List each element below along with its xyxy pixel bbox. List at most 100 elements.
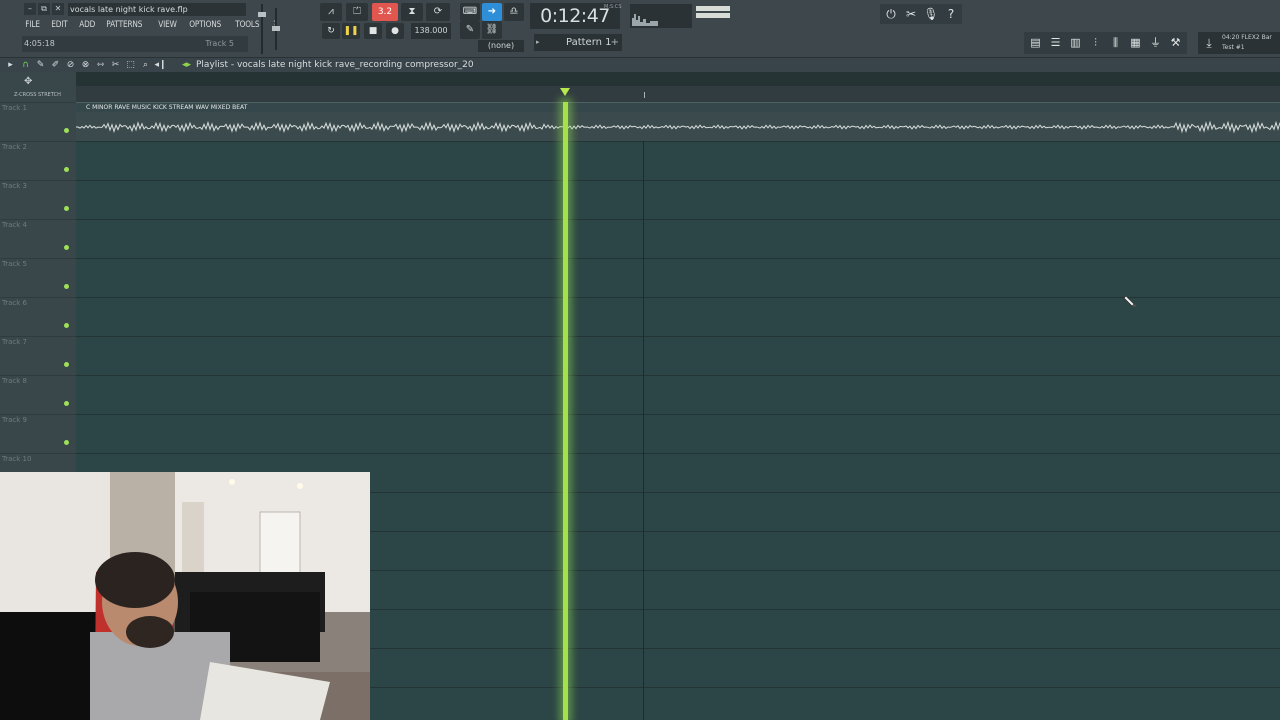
track-header[interactable]: Track 6	[0, 297, 76, 336]
move-icon[interactable]: ✥	[24, 76, 32, 87]
track-header[interactable]: Track 7	[0, 336, 76, 375]
playback-icon[interactable]: ◂❙	[154, 58, 167, 72]
restore-button[interactable]: ⧉	[38, 3, 50, 15]
cpu-meter	[630, 4, 692, 28]
menu-file[interactable]: FILE	[22, 18, 43, 32]
delete-icon[interactable]: ⊘	[64, 58, 77, 72]
brush-icon[interactable]: ✎	[460, 21, 480, 39]
help-icon[interactable]: ?	[942, 5, 960, 23]
playlist-tools: ▸ ∩ ✎ ✐ ⊘ ⊗ ⇿ ✂ ⬚ ⌕ ◂❙	[4, 58, 167, 72]
flex-plugin-box[interactable]: ⤓ 04:20 FLEX2 Bar Test #1	[1198, 32, 1280, 54]
track-header[interactable]: Track 2	[0, 141, 76, 180]
link-icon[interactable]: ⛓	[482, 21, 502, 39]
track-mute-led[interactable]	[64, 440, 69, 445]
audio-clip[interactable]: C MINOR RAVE MUSIC KICK STREAM WAV MIXED…	[76, 102, 1280, 141]
track-header[interactable]: Track 9	[0, 414, 76, 453]
snap-controls: ✥ Z-CROSS STRETCH	[0, 72, 76, 102]
timeline-ruler[interactable]	[76, 86, 1280, 102]
master-pitch-slider[interactable]	[272, 8, 280, 50]
channel-rack-icon[interactable]: ☰	[1046, 33, 1065, 53]
loop-record-icon[interactable]: ⟳	[426, 3, 450, 21]
playhead-marker-icon[interactable]	[560, 88, 570, 96]
track-header[interactable]: Track 3	[0, 180, 76, 219]
record-icon[interactable]: ●	[386, 23, 404, 39]
add-pattern-icon[interactable]: +	[611, 34, 619, 51]
slice-icon[interactable]: ✂	[109, 58, 122, 72]
track-mute-led[interactable]	[64, 167, 69, 172]
track-mute-led[interactable]	[64, 128, 69, 133]
track-mute-led[interactable]	[64, 401, 69, 406]
step-edit-icon[interactable]: ⧗	[401, 3, 423, 21]
menu-edit[interactable]: EDIT	[48, 18, 71, 32]
zoom-icon[interactable]: ⌕	[139, 58, 152, 72]
recording-icon[interactable]: ♎	[504, 3, 524, 21]
power-icon[interactable]: ⏻	[882, 5, 900, 23]
magnet-icon[interactable]: ∩	[19, 58, 32, 72]
menu-add[interactable]: ADD	[76, 18, 98, 32]
track-header[interactable]: Track 1	[0, 102, 76, 141]
pattern-selector[interactable]: ▸ Pattern 1 +	[534, 34, 622, 51]
track-name: Track 3	[2, 182, 27, 190]
playhead	[563, 102, 568, 720]
mute-icon[interactable]: ⊗	[79, 58, 92, 72]
track-mute-led[interactable]	[64, 323, 69, 328]
time-unit: M:S:CS	[604, 4, 622, 10]
pattern-picker[interactable]: (none)	[478, 40, 524, 52]
track-name: Track 8	[2, 377, 27, 385]
browser-icon[interactable]: ▦	[1126, 33, 1145, 53]
track-mute-led[interactable]	[64, 206, 69, 211]
select-icon[interactable]: ⬚	[124, 58, 137, 72]
piano-roll-icon[interactable]: ▥	[1066, 33, 1085, 53]
countdown-button[interactable]: 3.2	[372, 3, 398, 21]
track-mute-led[interactable]	[64, 245, 69, 250]
song-mode-icon[interactable]: ↻	[322, 23, 340, 39]
track-header[interactable]: Track 8	[0, 375, 76, 414]
playlist-toolbar: ▸ ∩ ✎ ✐ ⊘ ⊗ ⇿ ✂ ⬚ ⌕ ◂❙ ◂▸ Playlist - voc…	[0, 58, 1280, 72]
flex-line-1: 04:20 FLEX2 Bar	[1222, 34, 1272, 41]
mixer-faders-icon[interactable]: ⫼	[1106, 33, 1125, 53]
webcam-overlay	[0, 472, 370, 720]
menu-view[interactable]: VIEW	[155, 18, 180, 32]
tempo-display[interactable]: 138.000	[411, 23, 451, 39]
playlist-icon[interactable]: ▤	[1026, 33, 1045, 53]
close-button[interactable]: ✕	[52, 3, 64, 15]
track-mute-led[interactable]	[64, 284, 69, 289]
pattern-arrow-icon[interactable]: ▸	[536, 34, 540, 51]
track-header[interactable]: Track 4	[0, 219, 76, 258]
keyboard-icon[interactable]: ⌨	[460, 3, 480, 21]
track-name: Track 2	[2, 143, 27, 151]
slip-icon[interactable]: ⇿	[94, 58, 107, 72]
draw-icon[interactable]: ✎	[34, 58, 47, 72]
track-mute-led[interactable]	[64, 362, 69, 367]
typing-keyboard-icon[interactable]: ➜	[482, 3, 502, 21]
menu-arrow-icon[interactable]: ▸	[4, 58, 17, 72]
wait-input-icon[interactable]: ⏍	[346, 3, 368, 21]
paint-icon[interactable]: ✐	[49, 58, 62, 72]
pause-icon[interactable]: ❚❚	[342, 23, 360, 39]
cut-icon[interactable]: ✂	[902, 5, 920, 23]
tools-icon[interactable]: ⚒	[1166, 33, 1185, 53]
hint-bar: 4:05:18 Track 5	[22, 36, 248, 52]
track-name: Track 5	[2, 260, 27, 268]
clip-name: C MINOR RAVE MUSIC KICK STREAM WAV MIXED…	[86, 104, 248, 111]
mic-icon[interactable]: 🎙	[922, 5, 940, 23]
pencil-cursor-icon	[1124, 295, 1137, 307]
flex-line-2: Test #1	[1222, 44, 1245, 51]
track-header[interactable]: Track 5	[0, 258, 76, 297]
master-volume-slider[interactable]	[258, 4, 266, 54]
menu-patterns[interactable]: PATTERNS	[103, 18, 146, 32]
mixer-icon[interactable]: ⫶	[1086, 33, 1105, 53]
menu-options[interactable]: OPTIONS	[186, 18, 224, 32]
memory-meter	[694, 3, 746, 25]
metronome-icon[interactable]: ⩘	[320, 3, 342, 21]
track-name: Track 9	[2, 416, 27, 424]
track-name: Track 7	[2, 338, 27, 346]
plugin-icon[interactable]: ⏚	[1146, 33, 1165, 53]
minimize-button[interactable]: –	[24, 3, 36, 15]
playlist-title: Playlist - vocals late night kick rave_r…	[196, 60, 474, 70]
download-icon[interactable]: ⤓	[1200, 34, 1218, 52]
hint-track: Track 5	[205, 39, 234, 48]
menu-bar: FILE EDIT ADD PATTERNS VIEW OPTIONS TOOL…	[22, 18, 282, 32]
waveform	[76, 120, 1280, 134]
stop-icon[interactable]: ■	[364, 23, 382, 39]
